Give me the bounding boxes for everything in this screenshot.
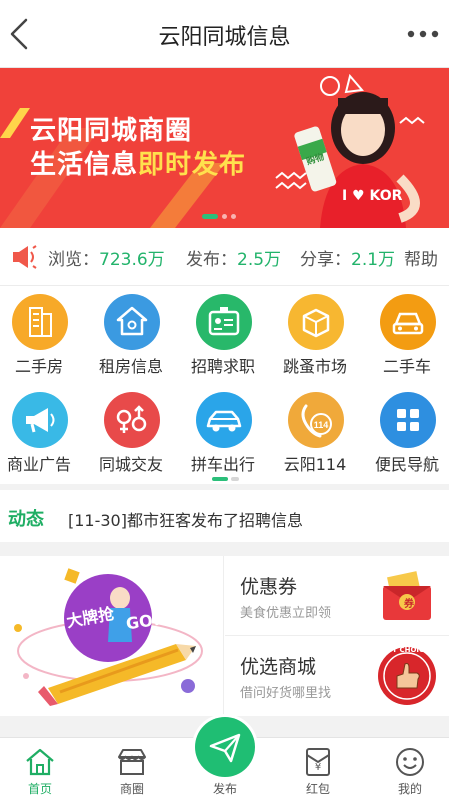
help-link[interactable]: 帮助 <box>404 245 438 270</box>
category-carpool[interactable]: 拼车出行 <box>178 384 268 478</box>
red-packet-symbol: ¥ <box>314 762 322 773</box>
stat-posts-label: 发布： <box>186 250 237 270</box>
tab-label: 我的 <box>397 782 422 796</box>
more-button[interactable] <box>403 22 443 46</box>
category-label: 拼车出行 <box>190 455 255 474</box>
phone-114-icon: 114 <box>288 392 344 448</box>
category-label: 二手房 <box>14 357 63 376</box>
megaphone-icon <box>12 392 68 448</box>
building-icon <box>12 294 68 350</box>
banner-pager-dot[interactable] <box>202 214 218 219</box>
category-grid: 二手房 租房信息 招聘求职 跳蚤市场 二手车 商业广告 同城交友 拼车出行 11… <box>0 286 449 484</box>
category-commercial-ads[interactable]: 商业广告 <box>0 384 84 478</box>
tab-label: 发布 <box>212 782 237 796</box>
stat-views-label: 浏览： <box>48 250 99 270</box>
coupon-card[interactable]: 优惠券 美食优惠立即领 券 <box>225 556 449 636</box>
svg-text:114: 114 <box>314 420 329 430</box>
top-bar: 云阳同城信息 <box>0 0 449 68</box>
stats-bar: 浏览：723.6万 发布：2.5万 分享：2.1万 帮助 <box>0 228 449 286</box>
app-page: 云阳同城信息 云阳同城商圈 生活信息即时发布 I ♥ KOR 购物 浏览：723… <box>0 0 449 800</box>
category-used-car[interactable]: 二手车 <box>362 286 449 380</box>
gender-icon <box>104 392 160 448</box>
brand-sale-illustration <box>14 568 203 706</box>
tab-label: 首页 <box>27 782 52 796</box>
promo-section: 大牌抢 GO! 优惠券 美食优惠立即领 券 优选商城 借问好货哪里找 BEST … <box>0 556 449 716</box>
tab-shop[interactable]: 商圈 <box>92 738 172 800</box>
stat-posts-value: 2.5万 <box>237 250 282 270</box>
category-label: 同城交友 <box>98 455 163 474</box>
tab-mine[interactable]: 我的 <box>370 738 449 800</box>
news-text[interactable]: [11-30]都市狂客发布了招聘信息 <box>68 507 303 531</box>
coupon-subtitle: 美食优惠立即领 <box>240 606 332 621</box>
category-114[interactable]: 114 云阳114 <box>270 384 360 478</box>
category-label: 便民导航 <box>374 455 439 474</box>
category-second-hand-house[interactable]: 二手房 <box>0 286 84 380</box>
banner-subheadline-main: 生活信息 <box>30 150 139 180</box>
mall-subtitle: 借问好货哪里找 <box>240 686 332 701</box>
brand-sale-card[interactable]: 大牌抢 GO! <box>0 556 224 716</box>
banner-headline: 云阳同城商圈 <box>30 116 193 146</box>
box-icon <box>288 294 344 350</box>
promo-right-column: 优惠券 美食优惠立即领 券 优选商城 借问好货哪里找 BEST CHOICE <box>225 556 449 716</box>
coupon-icon-text: 券 <box>404 599 414 610</box>
news-tag: 动态 <box>8 509 44 530</box>
stat-views: 浏览：723.6万 <box>48 245 165 270</box>
tab-label: 商圈 <box>119 782 144 796</box>
car-side-icon <box>196 392 252 448</box>
category-jobs[interactable]: 招聘求职 <box>178 286 268 380</box>
speaker-icon <box>13 245 37 269</box>
category-convenience-nav[interactable]: 便民导航 <box>362 384 449 478</box>
mall-card[interactable]: 优选商城 借问好货哪里找 BEST CHOICE <box>225 636 449 716</box>
tab-home[interactable]: 首页 <box>0 738 80 800</box>
grid-icon <box>380 392 436 448</box>
page-title: 云阳同城信息 <box>158 25 291 50</box>
category-label: 云阳114 <box>283 455 347 474</box>
news-ticker[interactable]: 动态 [11-30]都市狂客发布了招聘信息 <box>0 490 449 542</box>
mall-title: 优选商城 <box>240 656 317 678</box>
category-dating[interactable]: 同城交友 <box>86 384 176 478</box>
category-label: 商业广告 <box>6 455 71 474</box>
stat-shares-label: 分享： <box>300 250 351 270</box>
banner-subheadline-highlight: 即时发布 <box>138 150 247 180</box>
id-card-icon <box>196 294 252 350</box>
category-label: 二手车 <box>382 357 431 376</box>
publish-button[interactable] <box>195 717 255 777</box>
more-dots-icon <box>407 30 439 38</box>
shop-icon <box>118 749 146 775</box>
category-flea-market[interactable]: 跳蚤市场 <box>270 286 360 380</box>
banner-pager[interactable] <box>202 214 240 220</box>
stat-posts: 发布：2.5万 <box>186 245 281 270</box>
send-icon <box>209 733 241 763</box>
car-front-icon <box>380 294 436 350</box>
stat-shares-value: 2.1万 <box>351 250 396 270</box>
category-pager[interactable] <box>212 477 242 481</box>
best-choice-text: BEST CHOICE <box>377 646 429 654</box>
house-icon <box>104 294 160 350</box>
category-label: 跳蚤市场 <box>282 357 347 376</box>
banner-pager-dot[interactable] <box>231 214 236 219</box>
home-icon <box>26 748 54 776</box>
tab-red-packet[interactable]: ¥ 红包 <box>278 738 358 800</box>
category-rental[interactable]: 租房信息 <box>86 286 176 380</box>
category-pager-dot[interactable] <box>231 477 239 481</box>
smiley-icon <box>396 748 424 776</box>
stat-views-value: 723.6万 <box>99 250 165 270</box>
promo-banner[interactable]: 云阳同城商圈 生活信息即时发布 I ♥ KOR 购物 <box>0 68 449 228</box>
banner-subheadline: 生活信息即时发布 <box>30 144 246 181</box>
shirt-print-text: I ♥ KOR <box>342 188 403 204</box>
category-pager-dot[interactable] <box>212 477 228 481</box>
banner-pager-dot[interactable] <box>222 214 227 219</box>
category-label: 招聘求职 <box>190 357 255 376</box>
stat-shares: 分享：2.1万 <box>300 245 395 270</box>
category-label: 租房信息 <box>98 357 163 376</box>
tab-label: 红包 <box>305 782 330 796</box>
coupon-title: 优惠券 <box>240 576 298 598</box>
